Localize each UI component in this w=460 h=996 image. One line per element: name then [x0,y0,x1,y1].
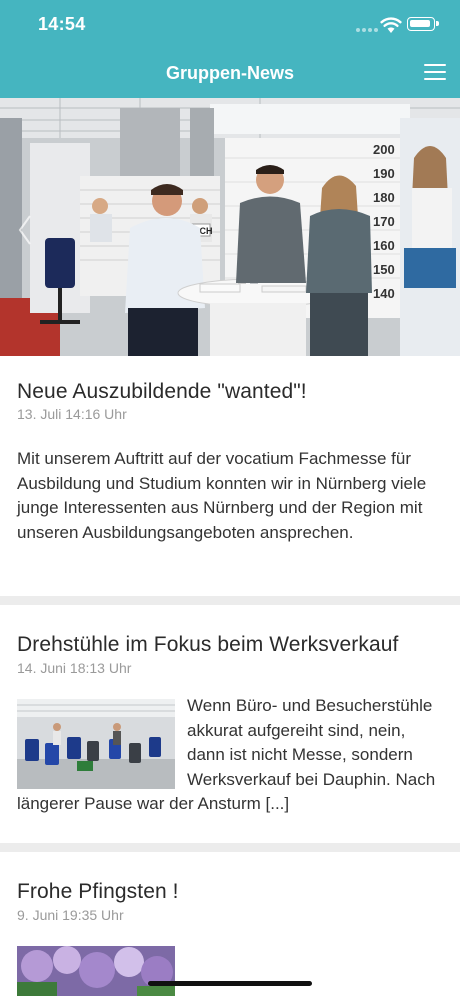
scale-label: 200 [373,142,395,157]
scale-label: 160 [373,238,395,253]
divider [0,596,460,605]
home-indicator[interactable] [148,981,312,986]
news-thumbnail[interactable] [17,946,175,996]
news-date: 9. Juni 19:35 Uhr [17,907,124,923]
news-date: 14. Juni 18:13 Uhr [17,660,132,676]
battery-icon [407,17,439,31]
navigation-bar: Gruppen-News [0,50,460,98]
scale-label: 150 [373,262,395,277]
news-title[interactable]: Frohe Pfingsten ! [17,880,179,904]
page-title: Gruppen-News [165,63,294,83]
wifi-icon [380,17,402,33]
status-time: 14:54 [38,14,86,34]
scale-label: 180 [373,190,395,205]
scale-label: 140 [373,286,395,301]
news-item[interactable]: Neue Auszubildende "wanted"! 13. Juli 14… [0,356,460,596]
lilac-photo [17,946,175,996]
scale-label: 170 [373,214,395,229]
hero-image[interactable]: KOCH 200 190 180 170 160 150 140 [0,98,460,356]
divider [0,843,460,852]
hamburger-menu-icon[interactable] [424,64,446,82]
news-title[interactable]: Neue Auszubildende "wanted"! [17,380,307,404]
scale-label: 190 [373,166,395,181]
news-date: 13. Juli 14:16 Uhr [17,406,127,422]
news-item[interactable]: Drehstühle im Fokus beim Werksverkauf 14… [0,605,460,843]
news-body: Wenn Büro- und Besucherstühle akkurat au… [17,694,443,817]
signal-icon [356,28,378,32]
news-body: Mit unserem Auftritt auf der vocatium Fa… [17,449,427,542]
news-item[interactable]: Frohe Pfingsten ! 9. Juni 19:35 Uhr [0,852,460,996]
status-bar: 14:54 [0,0,460,50]
hero-photo: KOCH 200 190 180 170 160 150 140 [0,98,460,356]
news-title[interactable]: Drehstühle im Fokus beim Werksverkauf [17,633,398,657]
